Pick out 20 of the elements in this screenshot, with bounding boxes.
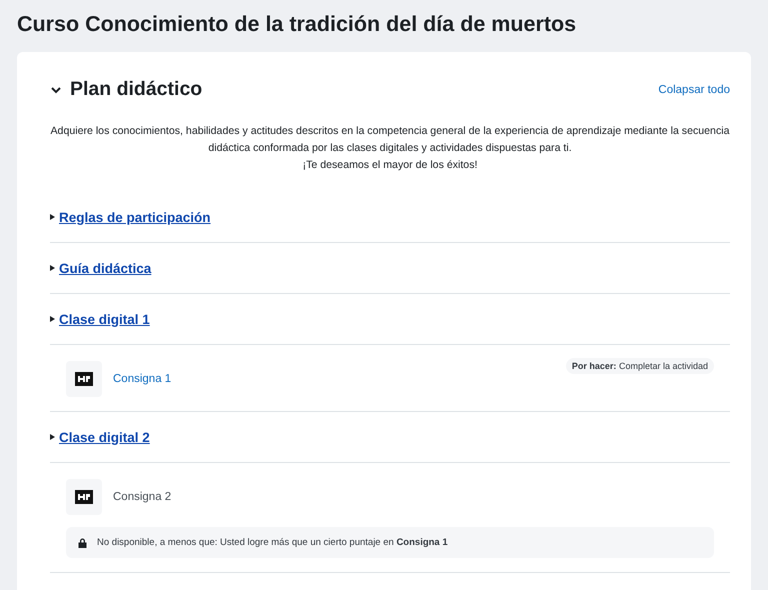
activity-name: Consigna 2 <box>113 491 172 503</box>
activity-icon <box>75 490 93 504</box>
activity-link[interactable]: Consigna 1 <box>113 373 172 385</box>
subsection-link[interactable]: Clase digital 2 <box>59 430 150 444</box>
collapse-all-link[interactable]: Colapsar todo <box>658 84 730 96</box>
page-title: Curso Conocimiento de la tradición del día de muertos <box>17 12 578 36</box>
summary-text: ¡Te deseamos el mayor de los éxitos! <box>302 158 478 173</box>
caret-icon <box>50 316 55 322</box>
restriction-text: No disponible, a menos que: Usted logre más que un cierto puntaje en Consigna 1 <box>97 537 448 548</box>
activity-icon <box>75 372 93 386</box>
section-title: Plan didáctico <box>70 78 204 101</box>
lock-icon <box>78 538 87 548</box>
caret-icon <box>50 214 55 220</box>
subsection-link[interactable]: Reglas de participación <box>59 210 211 224</box>
caret-icon <box>50 265 55 271</box>
subsection-link[interactable]: Clase digital 1 <box>59 312 150 326</box>
completion-badge: Por hacer: Completar la actividad <box>566 358 714 374</box>
summary-text: Adquiere los conocimientos, habilidades y actitudes descritos en la competencia general de la experiencia de aprendizaje mediante la secuencia didáctica conformada por las clases digitales y actividades dispuestas para ti. <box>50 124 730 156</box>
caret-icon <box>50 434 55 440</box>
subsection-link[interactable]: Guía didáctica <box>59 260 152 276</box>
